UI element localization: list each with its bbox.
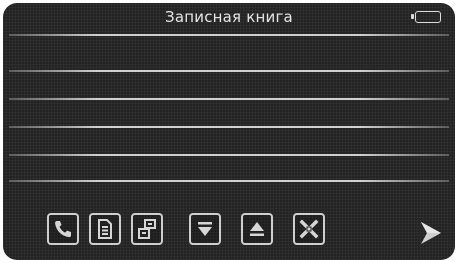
edit-button[interactable]: [131, 213, 163, 245]
sort-down-button[interactable]: [189, 213, 221, 245]
header-divider: [9, 34, 449, 36]
list-item[interactable]: [13, 128, 445, 154]
details-button[interactable]: [89, 213, 121, 245]
sort-up-button[interactable]: [241, 213, 273, 245]
list-item[interactable]: [13, 156, 445, 182]
list-item[interactable]: [13, 72, 445, 98]
next-page-arrow-icon: [421, 222, 441, 244]
list-item[interactable]: [13, 44, 445, 70]
edit-icon: [138, 219, 156, 239]
delete-button[interactable]: [293, 213, 325, 245]
page-title: Записная книга: [165, 8, 293, 26]
list-item[interactable]: [13, 100, 445, 126]
document-icon: [98, 219, 112, 239]
battery-icon: [411, 11, 441, 23]
next-page-button[interactable]: [418, 219, 444, 247]
phone-icon: [55, 221, 71, 238]
arrow-up-icon: [250, 222, 264, 236]
list-item[interactable]: [13, 182, 445, 208]
phonebook-screen: Записная книга: [3, 3, 455, 260]
delete-x-icon: [299, 219, 319, 239]
arrow-down-icon: [198, 222, 212, 236]
phone-button[interactable]: [47, 213, 79, 245]
battery-terminal: [411, 14, 414, 19]
header-bar: Записная книга: [3, 3, 455, 33]
